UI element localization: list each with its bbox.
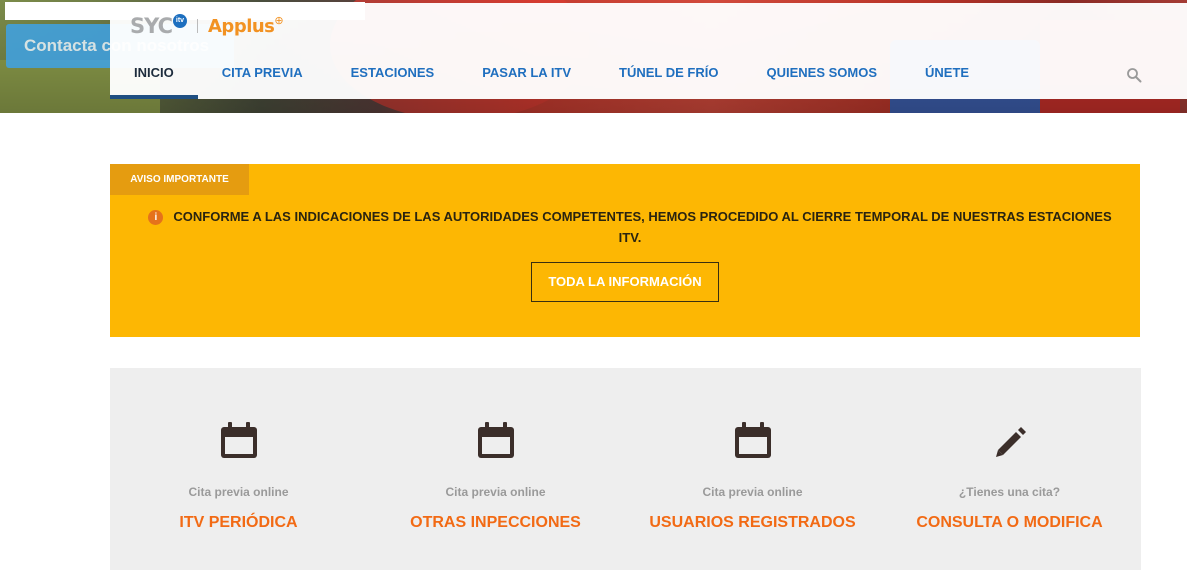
notice-tag: AVISO IMPORTANTE	[110, 164, 249, 195]
nav-item-pasar-la-itv[interactable]: PASAR LA ITV	[458, 57, 595, 99]
notice-message: CONFORME A LAS INDICACIONES DE LAS AUTOR…	[173, 209, 1112, 245]
service-label: Cita previa online	[702, 485, 803, 499]
nav-item-estaciones[interactable]: ESTACIONES	[327, 57, 459, 99]
applus-plus-icon: ⊕	[274, 14, 284, 27]
logo-divider	[197, 19, 198, 33]
service-otras-inpecciones[interactable]: Cita previa online OTRAS INPECCIONES	[367, 368, 624, 570]
notice-message-block: i CONFORME A LAS INDICACIONES DE LAS AUTO…	[140, 206, 1120, 248]
calendar-icon	[733, 420, 773, 460]
service-itv-periodica[interactable]: Cita previa online ITV PERIÓDICA	[110, 368, 367, 570]
itv-badge-icon: itv	[173, 14, 187, 28]
service-label: ¿Tienes una cita?	[958, 485, 1061, 499]
service-label: Cita previa online	[445, 485, 546, 499]
nav-item-unete[interactable]: ÚNETE	[901, 57, 993, 99]
info-icon: i	[148, 210, 164, 225]
calendar-icon	[219, 420, 259, 460]
site-header: SYC itv Applus ⊕ INICIO CITA PREVIA ESTA…	[110, 3, 1187, 99]
logo[interactable]: SYC itv Applus ⊕	[130, 13, 284, 39]
search-icon[interactable]	[1126, 67, 1142, 83]
service-usuarios-registrados[interactable]: Cita previa online USUARIOS REGISTRADOS	[624, 368, 881, 570]
service-title[interactable]: ITV PERIÓDICA	[110, 514, 367, 532]
nav-item-cita-previa[interactable]: CITA PREVIA	[198, 57, 327, 99]
service-title[interactable]: OTRAS INPECCIONES	[367, 514, 624, 532]
calendar-icon	[476, 420, 516, 460]
all-info-button[interactable]: TODA LA INFORMACIÓN	[531, 262, 719, 302]
service-title[interactable]: USUARIOS REGISTRADOS	[624, 514, 881, 532]
pencil-icon	[990, 420, 1030, 460]
service-title[interactable]: CONSULTA O MODIFICA	[881, 514, 1138, 532]
important-notice: AVISO IMPORTANTE i CONFORME A LAS INDICAC…	[110, 164, 1140, 337]
nav-item-inicio[interactable]: INICIO	[110, 57, 198, 99]
nav-item-quienes-somos[interactable]: QUIENES SOMOS	[742, 57, 901, 99]
service-label: Cita previa online	[188, 485, 289, 499]
main-nav: INICIO CITA PREVIA ESTACIONES PASAR LA I…	[110, 57, 993, 99]
service-consulta-o-modifica[interactable]: ¿Tienes una cita? CONSULTA O MODIFICA	[881, 368, 1138, 570]
services-panel: Cita previa online ITV PERIÓDICA Cita pr…	[110, 368, 1141, 570]
nav-item-tunel-de-frio[interactable]: TÚNEL DE FRÍO	[595, 57, 742, 99]
logo-applus-text: Applus	[208, 15, 275, 37]
logo-syc-text: SYC	[130, 14, 173, 38]
